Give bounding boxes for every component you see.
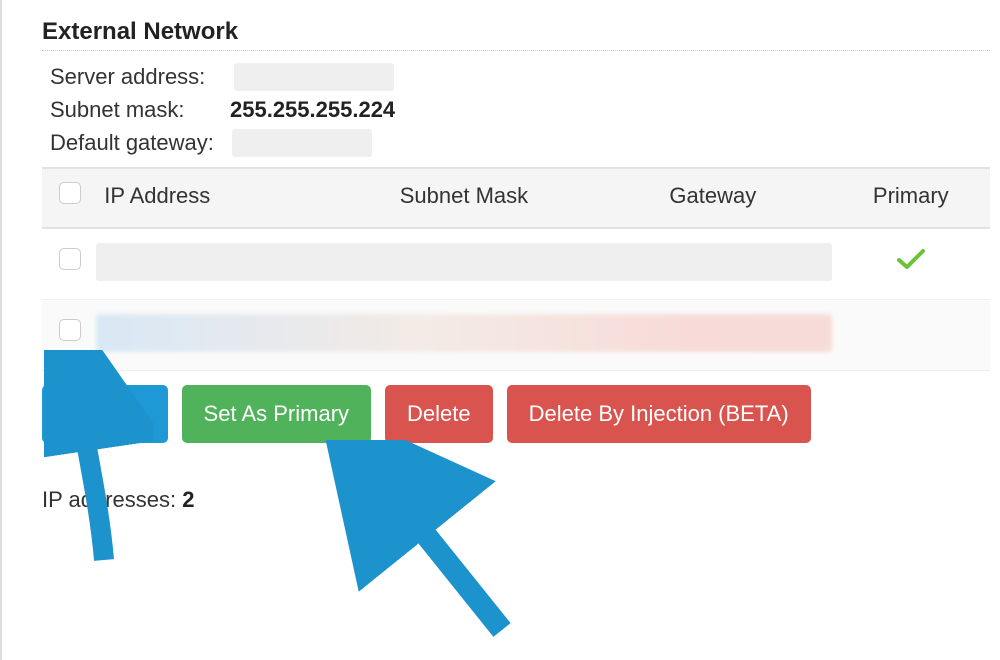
ip-count: IP addresses: 2	[42, 487, 990, 513]
delete-button[interactable]: Delete	[385, 385, 493, 443]
subnet-mask-row: Subnet mask: 255.255.255.224	[50, 97, 990, 123]
subnet-mask-label: Subnet mask:	[50, 97, 230, 123]
row-content-redacted	[96, 243, 831, 281]
primary-check-icon	[896, 245, 926, 278]
section-title: External Network	[42, 18, 990, 51]
ip-count-label: IP addresses:	[42, 487, 182, 512]
server-address-value-redacted	[234, 63, 394, 91]
table-row[interactable]	[42, 300, 990, 371]
delete-by-injection-button[interactable]: Delete By Injection (BETA)	[507, 385, 811, 443]
row-content-redacted	[96, 314, 831, 352]
header-subnet-mask[interactable]: Subnet Mask	[334, 168, 594, 228]
external-network-panel: External Network Server address: Subnet …	[0, 0, 1000, 660]
server-address-label: Server address:	[50, 64, 230, 90]
ip-count-value: 2	[182, 487, 194, 512]
default-gateway-row: Default gateway:	[50, 129, 990, 157]
table-row[interactable]	[42, 228, 990, 300]
button-row: Add IP... Set As Primary Delete Delete B…	[42, 385, 990, 443]
row-checkbox[interactable]	[59, 319, 81, 341]
default-gateway-value-redacted	[232, 129, 372, 157]
header-primary[interactable]: Primary	[832, 168, 990, 228]
header-gateway[interactable]: Gateway	[594, 168, 832, 228]
subnet-mask-value: 255.255.255.224	[230, 97, 395, 123]
header-checkbox-cell	[42, 168, 96, 228]
set-primary-button[interactable]: Set As Primary	[182, 385, 371, 443]
annotation-arrow-icon	[302, 440, 532, 650]
ip-table: IP Address Subnet Mask Gateway Primary	[42, 167, 990, 371]
add-ip-button[interactable]: Add IP...	[42, 385, 168, 443]
server-address-row: Server address:	[50, 63, 990, 91]
default-gateway-label: Default gateway:	[50, 130, 228, 156]
select-all-checkbox[interactable]	[59, 182, 81, 204]
row-checkbox[interactable]	[59, 248, 81, 270]
header-ip[interactable]: IP Address	[96, 168, 334, 228]
network-info: Server address: Subnet mask: 255.255.255…	[50, 63, 990, 157]
